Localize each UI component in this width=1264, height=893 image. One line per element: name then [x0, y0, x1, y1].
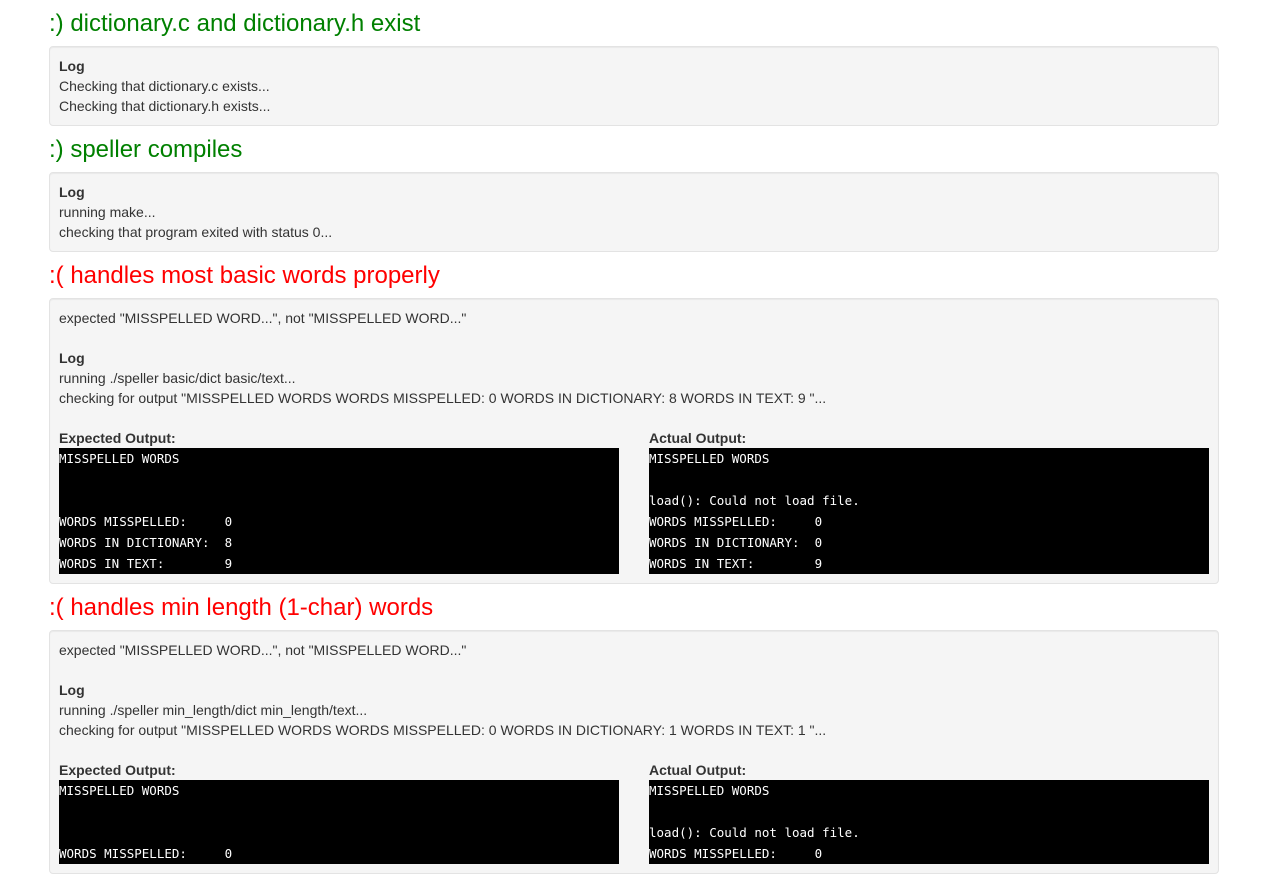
log-label: Log: [59, 682, 85, 698]
log-line: running ./speller basic/dict basic/text.…: [59, 370, 296, 386]
check-details: expected "MISSPELLED WORD...", not "MISS…: [49, 630, 1219, 874]
terminal-line: MISSPELLED WORDS: [59, 783, 180, 798]
check-rationale: expected "MISSPELLED WORD...", not "MISS…: [59, 310, 467, 326]
check50-results: :) dictionary.c and dictionary.h exist L…: [0, 0, 1219, 874]
check-title: :( handles min length (1-char) words: [49, 594, 434, 621]
terminal-line: WORDS MISSPELLED: 0: [59, 514, 233, 529]
log-line: Checking that dictionary.c exists...: [59, 78, 270, 94]
terminal-line: WORDS IN DICTIONARY: 0: [649, 535, 823, 550]
check-title: :) speller compiles: [49, 136, 243, 163]
log-line: running make...: [59, 204, 156, 220]
terminal-line: WORDS IN TEXT: 9: [649, 556, 823, 571]
expected-output: Expected Output: MISSPELLED WORDS WORDS M…: [59, 428, 619, 574]
terminal-line: MISSPELLED WORDS: [649, 783, 770, 798]
terminal-line: MISSPELLED WORDS: [59, 451, 180, 466]
terminal-line: MISSPELLED WORDS: [649, 451, 770, 466]
expected-output-terminal: MISSPELLED WORDS WORDS MISSPELLED: 0 WORDS…: [59, 448, 619, 574]
expected-output-label: Expected Output:: [59, 430, 176, 446]
check-details: Log running make... checking that progra…: [49, 172, 1219, 252]
log-line: checking for output "MISSPELLED WORDS WO…: [59, 390, 827, 406]
actual-output-label: Actual Output:: [649, 430, 747, 446]
log-label: Log: [59, 58, 85, 74]
log-line: checking for output "MISSPELLED WORDS WO…: [59, 722, 827, 738]
output-comparison: Expected Output: MISSPELLED WORDS WORDS M…: [59, 428, 1209, 574]
log-label: Log: [59, 184, 85, 200]
log-line: running ./speller min_length/dict min_le…: [59, 702, 368, 718]
log-line: Checking that dictionary.h exists...: [59, 98, 271, 114]
check-title: :) dictionary.c and dictionary.h exist: [49, 10, 421, 37]
expected-output: Expected Output: MISSPELLED WORDS WORDS M…: [59, 760, 619, 864]
check-details: expected "MISSPELLED WORD...", not "MISS…: [49, 298, 1219, 584]
expected-output-label: Expected Output:: [59, 762, 176, 778]
terminal-line: WORDS IN TEXT: 9: [59, 556, 233, 571]
actual-output-label: Actual Output:: [649, 762, 747, 778]
log-label: Log: [59, 350, 85, 366]
actual-output: Actual Output: MISSPELLED WORDS load(): C…: [649, 760, 1209, 864]
actual-output-terminal: MISSPELLED WORDS load(): Could not load f…: [649, 448, 1209, 574]
check-dictionary-files-exist: :) dictionary.c and dictionary.h exist L…: [49, 0, 1219, 126]
terminal-line: WORDS MISSPELLED: 0: [649, 846, 823, 861]
check-rationale: expected "MISSPELLED WORD...", not "MISS…: [59, 642, 467, 658]
terminal-line: WORDS IN DICTIONARY: 8: [59, 535, 233, 550]
terminal-line: load(): Could not load file.: [649, 493, 860, 508]
check-basic-words: :( handles most basic words properly exp…: [49, 252, 1219, 584]
check-details: Log Checking that dictionary.c exists...…: [49, 46, 1219, 126]
expected-output-terminal: MISSPELLED WORDS WORDS MISSPELLED: 0: [59, 780, 619, 864]
log-line: checking that program exited with status…: [59, 224, 333, 240]
check-speller-compiles: :) speller compiles Log running make... …: [49, 126, 1219, 252]
check-title: :( handles most basic words properly: [49, 262, 440, 289]
check-min-length-words: :( handles min length (1-char) words exp…: [49, 584, 1219, 874]
actual-output-terminal: MISSPELLED WORDS load(): Could not load f…: [649, 780, 1209, 864]
terminal-line: WORDS MISSPELLED: 0: [649, 514, 823, 529]
output-comparison: Expected Output: MISSPELLED WORDS WORDS M…: [59, 760, 1209, 864]
terminal-line: WORDS MISSPELLED: 0: [59, 846, 233, 861]
terminal-line: load(): Could not load file.: [649, 825, 860, 840]
actual-output: Actual Output: MISSPELLED WORDS load(): C…: [649, 428, 1209, 574]
